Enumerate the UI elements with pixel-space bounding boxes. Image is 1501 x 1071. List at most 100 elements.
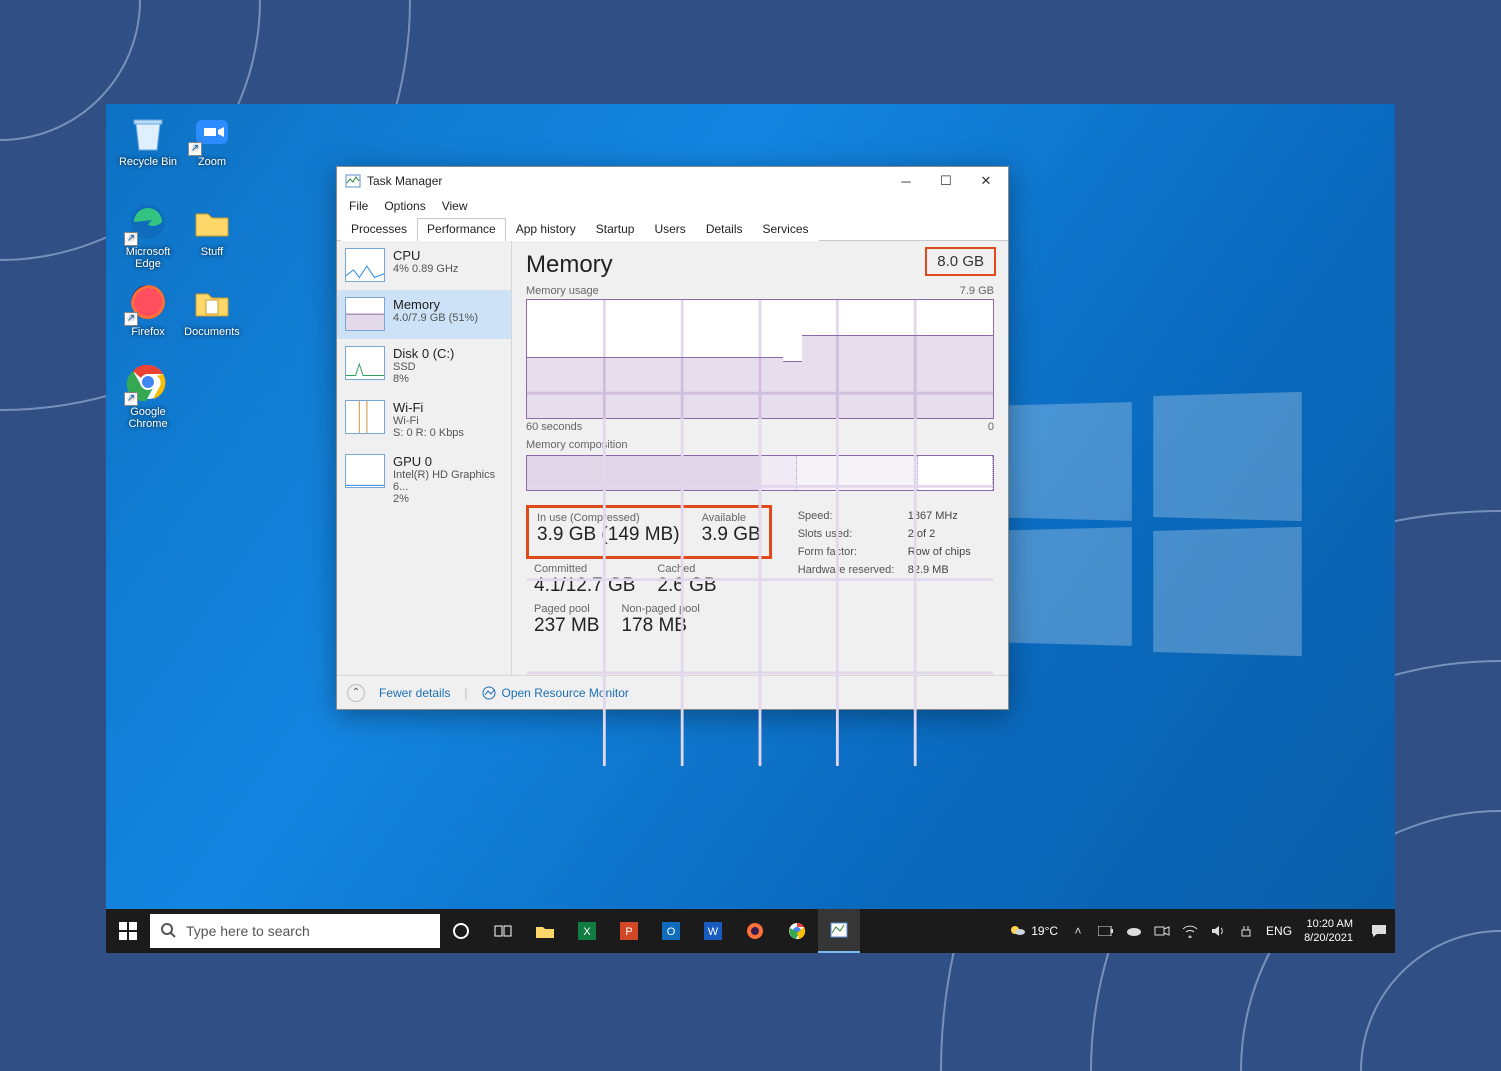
tray-wifi-icon[interactable]	[1182, 923, 1198, 939]
sidebar-item-memory[interactable]: Memory4.0/7.9 GB (51%)	[337, 290, 511, 339]
tab-users[interactable]: Users	[644, 218, 695, 241]
tab-app-history[interactable]: App history	[506, 218, 586, 241]
sidebar-sub2: 8%	[393, 373, 454, 385]
minimize-button[interactable]: ─	[886, 167, 926, 195]
start-button[interactable]	[106, 909, 150, 953]
cortana-icon	[452, 922, 470, 940]
word-icon: W	[704, 922, 722, 940]
taskbar-word[interactable]: W	[692, 909, 734, 953]
performance-sidebar: CPU4% 0.89 GHz Memory4.0/7.9 GB (51%) Di…	[337, 241, 512, 675]
chrome-icon	[788, 922, 806, 940]
taskbar-clock[interactable]: 10:20 AM 8/20/2021	[1304, 917, 1359, 945]
memory-panel: Memory 8.0 GB Memory usage 7.9 GB	[512, 241, 1008, 675]
desktop-icon-recycle-bin[interactable]: Recycle Bin	[112, 110, 184, 168]
sidebar-sub: 4% 0.89 GHz	[393, 263, 458, 275]
tray-volume-icon[interactable]	[1210, 923, 1226, 939]
outlook-icon: O	[662, 922, 680, 940]
tray-battery-icon[interactable]	[1098, 923, 1114, 939]
sidebar-item-wifi[interactable]: Wi-FiWi-FiS: 0 R: 0 Kbps	[337, 393, 511, 447]
taskbar-file-explorer[interactable]	[524, 909, 566, 953]
maximize-button[interactable]: ☐	[926, 167, 966, 195]
taskbar-task-manager[interactable]	[818, 909, 860, 953]
desktop-icon-label: Documents	[184, 326, 240, 338]
close-button[interactable]: ✕	[966, 167, 1006, 195]
taskbar-excel[interactable]: X	[566, 909, 608, 953]
taskbar-cortana[interactable]	[440, 909, 482, 953]
taskbar-outlook[interactable]: O	[650, 909, 692, 953]
recycle-bin-icon	[126, 110, 170, 154]
sidebar-sub2: 2%	[393, 493, 503, 505]
tray-language[interactable]: ENG	[1266, 924, 1292, 938]
tray-onedrive-icon[interactable]	[1126, 923, 1142, 939]
sidebar-sub: Wi-Fi	[393, 415, 464, 427]
menu-file[interactable]: File	[343, 197, 374, 215]
sidebar-sub: SSD	[393, 361, 454, 373]
sidebar-item-disk[interactable]: Disk 0 (C:)SSD8%	[337, 339, 511, 393]
folder-documents-icon	[190, 280, 234, 324]
desktop-icon-zoom[interactable]: ↗ Zoom	[176, 110, 248, 168]
memory-total-highlight: 8.0 GB	[925, 247, 996, 276]
sidebar-item-cpu[interactable]: CPU4% 0.89 GHz	[337, 241, 511, 290]
desktop-icon-label: Stuff	[201, 246, 223, 258]
taskbar-weather[interactable]: 19°C	[1009, 922, 1058, 941]
task-manager-icon	[830, 921, 848, 939]
memory-usage-graph	[526, 299, 994, 419]
sidebar-title: GPU 0	[393, 454, 503, 469]
tray-power-icon[interactable]	[1238, 923, 1254, 939]
tab-startup[interactable]: Startup	[586, 218, 645, 241]
taskbar-search[interactable]: Type here to search	[150, 914, 440, 948]
system-tray: 19°C ˄ ENG 10:20 AM 8/20/2021	[1001, 917, 1395, 945]
cpu-thumb-icon	[345, 248, 385, 282]
desktop-icon-firefox[interactable]: ↗ Firefox	[112, 280, 184, 338]
tray-meet-now-icon[interactable]	[1154, 923, 1170, 939]
desktop-icon-documents[interactable]: Documents	[176, 280, 248, 338]
excel-icon: X	[578, 922, 596, 940]
sidebar-title: Memory	[393, 297, 478, 312]
resmon-icon	[482, 686, 496, 700]
windows-logo-icon	[119, 922, 137, 940]
sidebar-sub2: S: 0 R: 0 Kbps	[393, 427, 464, 439]
desktop-icon-label: Recycle Bin	[119, 156, 177, 168]
windows-logo-watermark	[985, 404, 1305, 654]
taskbar-firefox[interactable]	[734, 909, 776, 953]
tab-details[interactable]: Details	[696, 218, 753, 241]
chevron-up-icon[interactable]: ⌃	[347, 684, 365, 702]
powerpoint-icon: P	[620, 922, 638, 940]
svg-text:X: X	[583, 926, 591, 938]
file-explorer-icon	[535, 922, 555, 940]
desktop-icon-chrome[interactable]: ↗ Google Chrome	[112, 360, 184, 430]
tray-action-center-icon[interactable]	[1371, 923, 1387, 939]
fewer-details-link[interactable]: Fewer details	[379, 686, 450, 700]
search-icon	[160, 922, 176, 941]
tab-performance[interactable]: Performance	[417, 218, 506, 241]
tab-processes[interactable]: Processes	[341, 218, 417, 241]
wifi-thumb-icon	[345, 400, 385, 434]
firefox-icon	[746, 922, 764, 940]
weather-sun-icon	[1009, 922, 1025, 941]
desktop-icon-edge[interactable]: ↗ Microsoft Edge	[112, 200, 184, 270]
tray-show-hidden-icon[interactable]: ˄	[1070, 923, 1086, 939]
taskbar-chrome[interactable]	[776, 909, 818, 953]
menu-options[interactable]: Options	[378, 197, 431, 215]
menu-view[interactable]: View	[436, 197, 474, 215]
sidebar-title: Wi-Fi	[393, 400, 464, 415]
folder-icon	[190, 200, 234, 244]
titlebar[interactable]: Task Manager ─ ☐ ✕	[337, 167, 1008, 195]
sidebar-item-gpu[interactable]: GPU 0Intel(R) HD Graphics 6...2%	[337, 447, 511, 513]
task-manager-window[interactable]: Task Manager ─ ☐ ✕ File Options View Pro…	[336, 166, 1009, 710]
usage-label: Memory usage	[526, 285, 599, 297]
taskbar-taskview[interactable]	[482, 909, 524, 953]
svg-text:O: O	[667, 926, 676, 938]
tab-services[interactable]: Services	[753, 218, 819, 241]
desktop-icon-label: Microsoft Edge	[126, 246, 171, 270]
desktop[interactable]: Recycle Bin ↗ Zoom ↗ Microsoft Edge Stuf…	[106, 104, 1395, 953]
desktop-icon-stuff[interactable]: Stuff	[176, 200, 248, 258]
taskbar[interactable]: Type here to search X P O W	[106, 909, 1395, 953]
task-view-icon	[494, 922, 512, 940]
tab-bar: Processes Performance App history Startu…	[337, 217, 1008, 241]
search-placeholder: Type here to search	[186, 923, 310, 939]
sidebar-title: Disk 0 (C:)	[393, 346, 454, 361]
gpu-thumb-icon	[345, 454, 385, 488]
taskbar-powerpoint[interactable]: P	[608, 909, 650, 953]
memory-thumb-icon	[345, 297, 385, 331]
